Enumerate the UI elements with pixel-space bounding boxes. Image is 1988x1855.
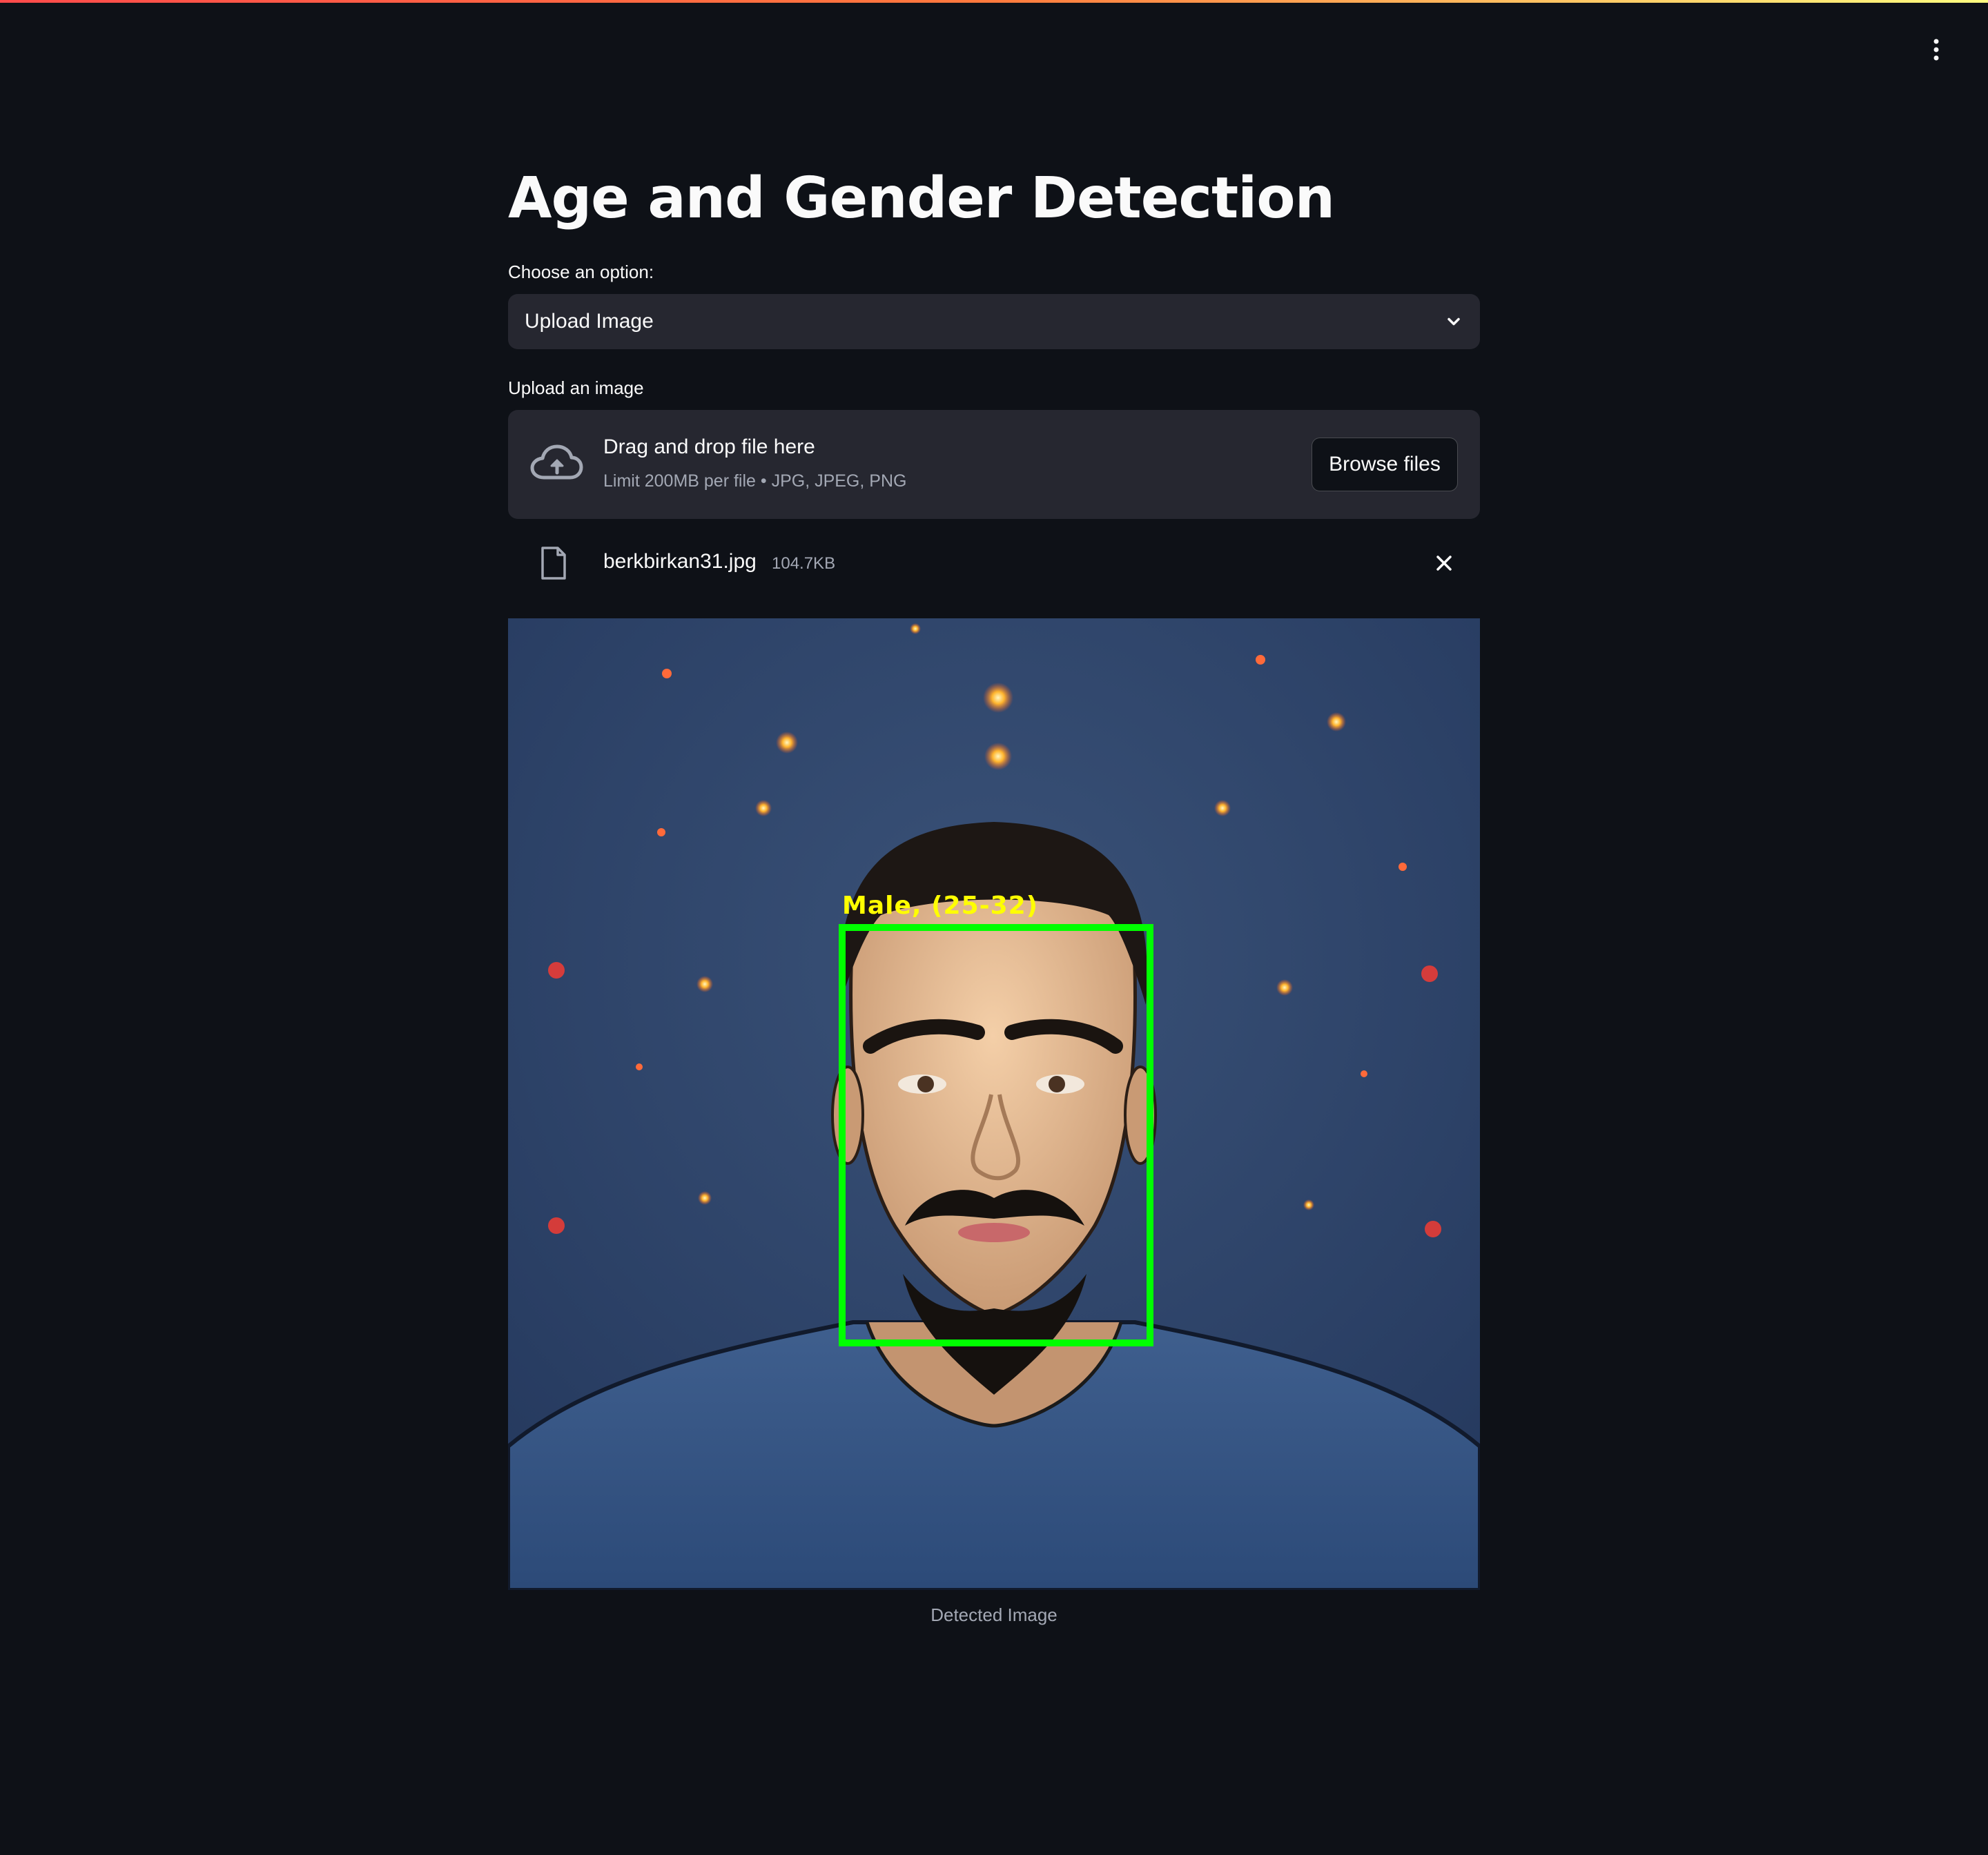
file-dropzone[interactable]: Drag and drop file here Limit 200MB per … [508, 410, 1480, 519]
browse-files-button[interactable]: Browse files [1312, 438, 1458, 491]
remove-file-button[interactable] [1430, 549, 1458, 577]
uploader-label: Upload an image [508, 377, 644, 398]
close-icon [1436, 556, 1452, 571]
option-select-label: Choose an option: [508, 262, 654, 282]
cloud-upload-icon [530, 444, 583, 480]
uploaded-file-row: berkbirkan31.jpg 104.7KB [508, 536, 1480, 591]
option-select[interactable]: Upload Image [508, 294, 1480, 349]
file-icon [541, 547, 566, 580]
dropzone-subtitle: Limit 200MB per file • JPG, JPEG, PNG [603, 471, 907, 491]
detected-image: Male, (25-32) [508, 618, 1480, 1590]
page-title: Age and Gender Detection [508, 166, 1335, 231]
image-caption: Detected Image [930, 1604, 1058, 1625]
detection-label: Male, (25-32) [842, 892, 1039, 920]
dropzone-title: Drag and drop file here [603, 435, 815, 458]
uploaded-file-name: berkbirkan31.jpg [603, 550, 757, 573]
kebab-menu-icon [1933, 39, 1939, 61]
option-select-value: Upload Image [525, 310, 654, 333]
main-menu-button[interactable] [1919, 35, 1953, 65]
uploaded-file-size: 104.7KB [772, 554, 836, 573]
chevron-down-icon [1448, 317, 1460, 326]
portrait-illustration [508, 618, 1480, 1590]
top-decoration-bar [0, 0, 1988, 3]
